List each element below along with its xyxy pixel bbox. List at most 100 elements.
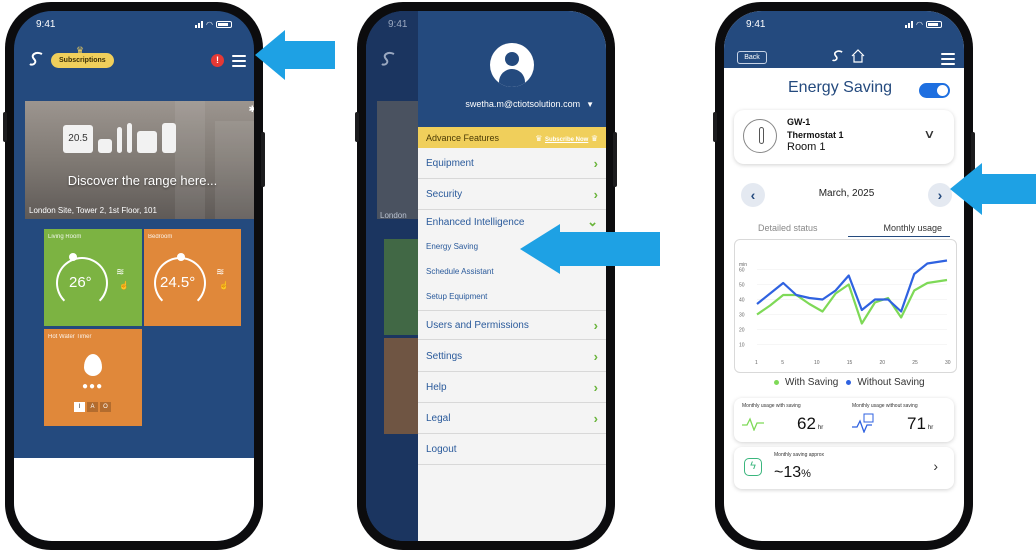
room-name: Room 1 xyxy=(787,141,826,153)
subscribe-now-link[interactable]: Subscribe Now xyxy=(545,137,588,143)
x-tick-label: 20 xyxy=(879,360,885,366)
saving-label: Monthly saving approx xyxy=(774,452,825,458)
menu-label: Enhanced Intelligence xyxy=(426,216,525,228)
back-button[interactable]: Back xyxy=(737,51,767,64)
water-drop-icon xyxy=(84,354,102,376)
avatar[interactable] xyxy=(490,43,534,87)
menu-label: Security xyxy=(426,189,463,200)
hand-icon: ☝ xyxy=(219,281,229,290)
advance-features-bar[interactable]: Advance Features ♛ Subscribe Now ♛ xyxy=(418,127,606,148)
y-tick-label: 60 xyxy=(739,268,745,274)
device-selector[interactable]: GW-1 Thermostat 1 Room 1 ∨ xyxy=(734,110,954,164)
banner-title: Discover the range here... xyxy=(67,173,218,188)
status-time: 9:41 xyxy=(746,18,766,30)
stat-value-without-saving: 71 hr xyxy=(907,414,934,433)
gear-icon[interactable]: ✱ xyxy=(248,104,254,115)
user-email: swetha.m@ctiotsolution.com xyxy=(465,99,581,109)
room-temp: 24.5° xyxy=(160,274,196,291)
menu-item-users-permissions[interactable]: Users and Permissions › xyxy=(418,310,606,340)
legend-without-saving: Without Saving xyxy=(857,377,925,388)
room-tile-living[interactable]: Living Room 26° ≋ ☝ xyxy=(44,229,142,326)
stat-value-with-saving: 62 hr xyxy=(797,414,824,433)
tile-name: Hot Water Timer xyxy=(48,334,92,340)
page-title: Energy Saving xyxy=(788,79,893,96)
battery-icon xyxy=(216,20,232,28)
chevron-right-icon: › xyxy=(593,317,598,333)
menu-item-equipment[interactable]: Equipment › xyxy=(418,149,606,179)
menu-item-security[interactable]: Security › xyxy=(418,180,606,210)
wifi-icon: ◠ xyxy=(916,19,923,29)
room-tile-bedroom[interactable]: Bedroom 24.5° ≋ ☝ xyxy=(144,229,241,326)
hot-water-timer-tile[interactable]: Hot Water Timer ●●● I A O xyxy=(44,329,142,426)
submenu-schedule-assistant[interactable]: Schedule Assistant xyxy=(426,267,494,276)
signal-icon xyxy=(905,20,914,28)
drawer-header: swetha.m@ctiotsolution.com ▼ xyxy=(418,11,606,127)
dimmed-background: London xyxy=(366,11,421,541)
status-time: 9:41 xyxy=(36,18,56,30)
month-navigator: ‹ March, 2025 › xyxy=(741,183,952,207)
switch-off[interactable]: O xyxy=(100,402,111,412)
tab-monthly-usage[interactable]: Monthly usage xyxy=(848,223,950,237)
legend-dot-without-saving xyxy=(846,379,852,385)
account-selector[interactable]: swetha.m@ctiotsolution.com ▼ xyxy=(465,99,594,109)
chevron-right-icon: › xyxy=(933,458,938,474)
energy-saving-screen: 9:41 ◠ Back Energy Saving GW-1 Thermosta… xyxy=(724,11,964,541)
heating-icon: ≋ xyxy=(216,267,225,278)
home-screen: 9:41 ◠ ♛ Subscriptions ! 20.5 ✱ Discover… xyxy=(14,11,254,541)
menu-label: Logout xyxy=(426,444,457,455)
energy-saving-toggle[interactable] xyxy=(919,83,950,98)
menu-icon[interactable] xyxy=(232,55,246,70)
chevron-right-icon: › xyxy=(593,187,598,202)
stat-label-without-saving: Monthly usage without saving xyxy=(852,403,918,409)
app-header: ♛ Subscriptions ! xyxy=(14,45,254,75)
app-logo-icon xyxy=(29,51,43,66)
status-bar: 9:41 ◠ xyxy=(14,11,254,37)
tab-detailed-status[interactable]: Detailed status xyxy=(758,223,818,233)
switch-auto[interactable]: A xyxy=(87,402,98,412)
next-month-button[interactable]: › xyxy=(928,183,952,207)
menu-item-settings[interactable]: Settings › xyxy=(418,342,606,372)
menu-icon[interactable] xyxy=(941,53,955,68)
menu-label: Legal xyxy=(426,413,451,424)
status-bar: 9:41 ◠ xyxy=(724,11,964,37)
wifi-icon: ◠ xyxy=(206,19,213,29)
thermometer-icon xyxy=(743,119,777,153)
promo-banner[interactable]: 20.5 ✱ Discover the range here... London… xyxy=(25,101,254,219)
saving-card[interactable]: ϟ Monthly saving approx ~13% › xyxy=(734,447,954,489)
alert-icon[interactable]: ! xyxy=(211,54,224,67)
tile-name: Living Room xyxy=(48,234,82,240)
x-tick-label: 30 xyxy=(945,360,951,366)
phone-energy-saving: 9:41 ◠ Back Energy Saving GW-1 Thermosta… xyxy=(713,2,975,550)
switch-on[interactable]: I xyxy=(74,402,85,412)
legend-dot-with-saving xyxy=(774,379,779,385)
submenu-energy-saving[interactable]: Energy Saving xyxy=(426,242,478,251)
submenu-setup-equipment[interactable]: Setup Equipment xyxy=(426,292,487,301)
month-label: March, 2025 xyxy=(818,188,875,199)
chevron-right-icon: › xyxy=(593,380,598,395)
x-tick-label: 25 xyxy=(912,360,918,366)
stat-label-with-saving: Monthly usage with saving xyxy=(742,403,801,409)
y-tick-label: 40 xyxy=(739,298,745,304)
menu-item-logout[interactable]: Logout xyxy=(418,435,606,465)
devices-image: 20.5 xyxy=(63,123,176,153)
y-axis-label: min xyxy=(739,262,747,268)
pulse-icon xyxy=(742,417,764,431)
phone-home: 9:41 ◠ ♛ Subscriptions ! 20.5 ✱ Discover… xyxy=(3,2,265,550)
battery-icon xyxy=(926,20,942,28)
chevron-down-icon: ∨ xyxy=(923,127,936,141)
menu-item-legal[interactable]: Legal › xyxy=(418,404,606,434)
tab-bar: Detailed status Monthly usage xyxy=(744,221,954,237)
home-icon[interactable] xyxy=(851,49,865,63)
menu-item-help[interactable]: Help › xyxy=(418,373,606,403)
menu-label: Equipment xyxy=(426,158,474,169)
saving-value: ~13% xyxy=(774,464,811,481)
chevron-right-icon: › xyxy=(593,411,598,426)
y-tick-label: 10 xyxy=(739,343,745,349)
mode-switch[interactable]: I A O xyxy=(74,402,111,412)
advance-features-label: Advance Features xyxy=(426,132,500,143)
legend-with-saving: With Saving xyxy=(785,377,839,388)
x-tick-label: 5 xyxy=(781,360,784,366)
subscriptions-button[interactable]: Subscriptions xyxy=(51,53,114,68)
site-location: London Site, Tower 2, 1st Floor, 101 xyxy=(29,206,157,215)
bottom-area xyxy=(14,458,254,541)
